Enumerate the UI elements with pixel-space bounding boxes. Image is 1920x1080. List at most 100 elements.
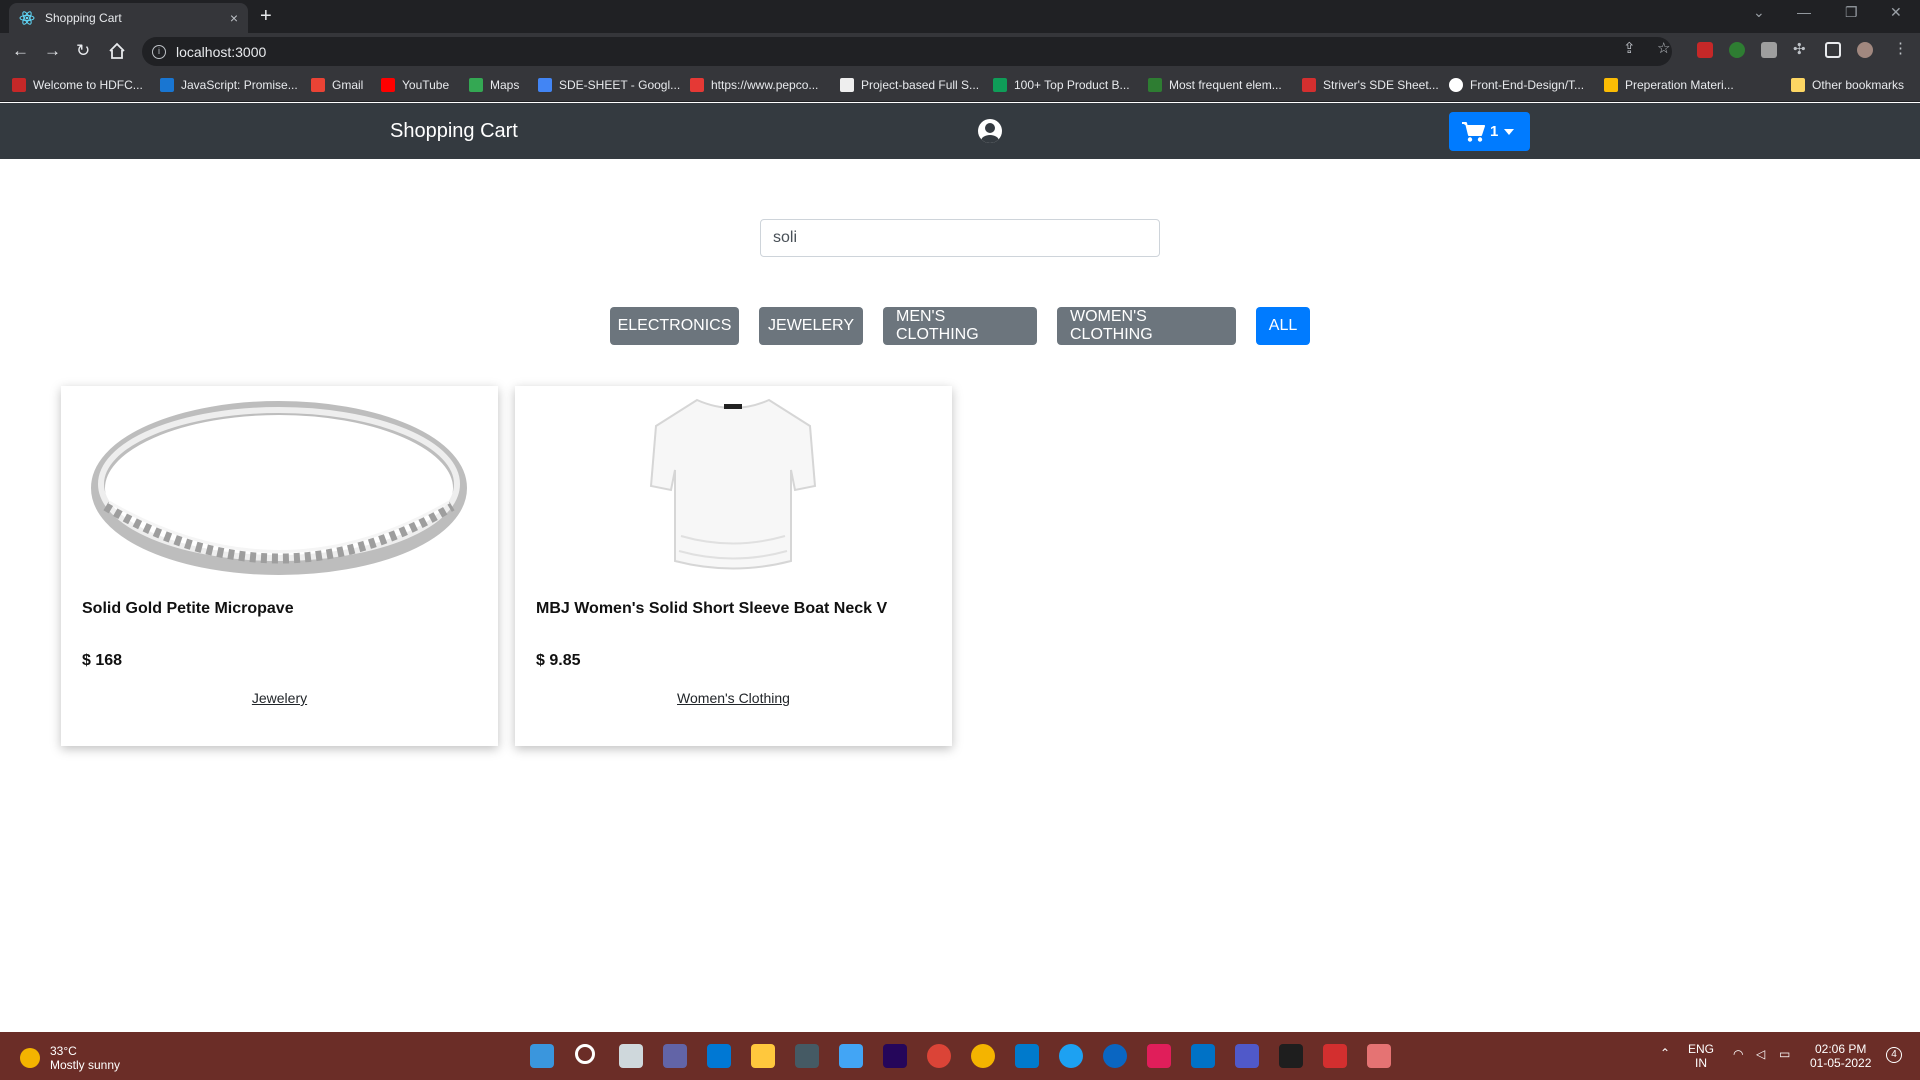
teams-icon[interactable] bbox=[1235, 1044, 1259, 1068]
volume-icon[interactable]: ◁ bbox=[1756, 1047, 1765, 1061]
sun-icon bbox=[20, 1048, 40, 1068]
filter-mens-clothing-button[interactable]: MEN'S CLOTHING bbox=[883, 307, 1037, 345]
app-icon[interactable] bbox=[795, 1044, 819, 1068]
other-bookmarks[interactable]: Other bookmarks bbox=[1791, 78, 1904, 92]
tab-title: Shopping Cart bbox=[45, 11, 122, 25]
bookmark-icon bbox=[1302, 78, 1316, 92]
weather-temperature: 33°C bbox=[50, 1044, 77, 1058]
bookmark-icon bbox=[12, 78, 26, 92]
puzzle-icon[interactable]: ✣ bbox=[1793, 40, 1806, 58]
gmail-icon bbox=[311, 78, 325, 92]
battery-icon[interactable]: ▭ bbox=[1779, 1047, 1790, 1061]
menu-icon[interactable]: ⋮ bbox=[1893, 39, 1908, 57]
bookmark-item[interactable]: Most frequent elem... bbox=[1148, 78, 1282, 92]
weather-condition: Mostly sunny bbox=[50, 1058, 121, 1072]
restore-icon[interactable]: ❐ bbox=[1845, 4, 1858, 21]
bookmark-item[interactable]: Striver's SDE Sheet... bbox=[1302, 78, 1439, 92]
tab-search-icon[interactable]: ⌄ bbox=[1753, 4, 1765, 21]
user-icon[interactable] bbox=[978, 119, 1002, 143]
chrome-icon[interactable] bbox=[971, 1044, 995, 1068]
product-name[interactable]: MBJ Women's Solid Short Sleeve Boat Neck… bbox=[536, 600, 887, 618]
weather-widget[interactable]: 33°C Mostly sunny bbox=[20, 1044, 120, 1072]
task-view-icon[interactable] bbox=[619, 1044, 643, 1068]
minimize-icon[interactable]: — bbox=[1797, 4, 1811, 20]
wifi-icon[interactable]: ◠ bbox=[1733, 1047, 1743, 1061]
time: 02:06 PM bbox=[1815, 1042, 1867, 1056]
window-close-icon[interactable]: ✕ bbox=[1890, 4, 1902, 21]
chevron-up-icon[interactable]: ⌃ bbox=[1660, 1046, 1670, 1060]
filter-all-button[interactable]: ALL bbox=[1256, 307, 1310, 345]
extension-icon[interactable] bbox=[1729, 42, 1745, 58]
filter-electronics-button[interactable]: ELECTRONICS bbox=[610, 307, 739, 345]
app-icon[interactable] bbox=[1103, 1044, 1127, 1068]
site-info-icon[interactable]: i bbox=[152, 44, 166, 59]
home-icon[interactable] bbox=[108, 42, 126, 60]
product-card[interactable]: Solid Gold Petite Micropave $ 168 Jewele… bbox=[61, 386, 498, 746]
bookmark-item[interactable]: JavaScript: Promise... bbox=[160, 78, 298, 92]
chrome-icon[interactable] bbox=[927, 1044, 951, 1068]
maps-icon bbox=[469, 78, 483, 92]
search-input[interactable] bbox=[760, 219, 1160, 257]
bookmark-item[interactable]: https://www.pepco... bbox=[690, 78, 818, 92]
vscode-icon[interactable] bbox=[1015, 1044, 1039, 1068]
edge-icon[interactable] bbox=[1059, 1044, 1083, 1068]
product-price: $ 9.85 bbox=[536, 652, 581, 669]
amazon-music-icon[interactable] bbox=[883, 1044, 907, 1068]
bookmark-item[interactable]: Front-End-Design/T... bbox=[1449, 78, 1584, 92]
bookmark-item[interactable]: Maps bbox=[469, 78, 519, 92]
bookmark-item[interactable]: Gmail bbox=[311, 78, 363, 92]
slack-icon[interactable] bbox=[1147, 1044, 1171, 1068]
snipping-tool-icon[interactable] bbox=[1367, 1044, 1391, 1068]
bookmark-item[interactable]: Welcome to HDFC... bbox=[12, 78, 143, 92]
clock[interactable]: 02:06 PM 01-05-2022 bbox=[1810, 1042, 1871, 1070]
extension-icon[interactable] bbox=[1697, 42, 1713, 58]
bookmark-star-icon[interactable]: ☆ bbox=[1657, 39, 1670, 57]
profile-avatar[interactable] bbox=[1857, 42, 1873, 58]
chat-icon[interactable] bbox=[663, 1044, 687, 1068]
tab-close-icon[interactable]: × bbox=[230, 10, 238, 26]
pdf-reader-icon[interactable] bbox=[1323, 1044, 1347, 1068]
new-tab-button[interactable]: + bbox=[260, 6, 272, 26]
brand-title[interactable]: Shopping Cart bbox=[390, 120, 518, 143]
bookmark-item[interactable]: SDE-SHEET - Googl... bbox=[538, 78, 680, 92]
mail-icon[interactable] bbox=[707, 1044, 731, 1068]
bookmark-item[interactable]: Project-based Full S... bbox=[840, 78, 979, 92]
terminal-icon[interactable] bbox=[1279, 1044, 1303, 1068]
share-icon[interactable]: ⇪ bbox=[1623, 39, 1636, 57]
product-card[interactable]: MBJ Women's Solid Short Sleeve Boat Neck… bbox=[515, 386, 952, 746]
date: 01-05-2022 bbox=[1810, 1056, 1872, 1070]
address-bar[interactable]: i localhost:3000 bbox=[142, 37, 1672, 66]
react-icon bbox=[19, 11, 35, 25]
outlook-icon[interactable] bbox=[1191, 1044, 1215, 1068]
github-icon bbox=[1449, 78, 1463, 92]
windows-start-icon[interactable] bbox=[530, 1044, 554, 1068]
filter-womens-clothing-button[interactable]: WOMEN'S CLOTHING bbox=[1057, 307, 1236, 345]
side-panel-icon[interactable] bbox=[1825, 42, 1841, 58]
reload-icon[interactable]: ↻ bbox=[76, 41, 90, 61]
bookmark-item[interactable]: Preperation Materi... bbox=[1604, 78, 1734, 92]
bookmark-icon bbox=[993, 78, 1007, 92]
docs-icon bbox=[538, 78, 552, 92]
qr-extension-icon[interactable] bbox=[1761, 42, 1777, 58]
folder-icon bbox=[1791, 78, 1805, 92]
store-icon[interactable] bbox=[839, 1044, 863, 1068]
browser-tab[interactable]: Shopping Cart × bbox=[9, 3, 248, 33]
product-image-ring bbox=[91, 401, 467, 575]
product-image-tshirt bbox=[649, 398, 817, 570]
file-explorer-icon[interactable] bbox=[751, 1044, 775, 1068]
drive-icon bbox=[1604, 78, 1618, 92]
bookmark-item[interactable]: YouTube bbox=[381, 78, 449, 92]
product-category-link[interactable]: Jewelery bbox=[61, 690, 498, 706]
language-indicator[interactable]: ENG IN bbox=[1688, 1042, 1714, 1070]
product-category-link[interactable]: Women's Clothing bbox=[515, 690, 952, 706]
filter-jewelery-button[interactable]: JEWELERY bbox=[759, 307, 863, 345]
product-price: $ 168 bbox=[82, 652, 123, 669]
notification-badge[interactable]: 4 bbox=[1886, 1047, 1902, 1063]
cart-dropdown-button[interactable]: 1 bbox=[1449, 112, 1530, 151]
product-name[interactable]: Solid Gold Petite Micropave bbox=[82, 600, 294, 618]
search-icon[interactable] bbox=[575, 1044, 595, 1064]
back-icon[interactable]: ← bbox=[12, 41, 29, 61]
bookmark-icon bbox=[840, 78, 854, 92]
forward-icon[interactable]: → bbox=[44, 41, 61, 61]
bookmark-item[interactable]: 100+ Top Product B... bbox=[993, 78, 1130, 92]
